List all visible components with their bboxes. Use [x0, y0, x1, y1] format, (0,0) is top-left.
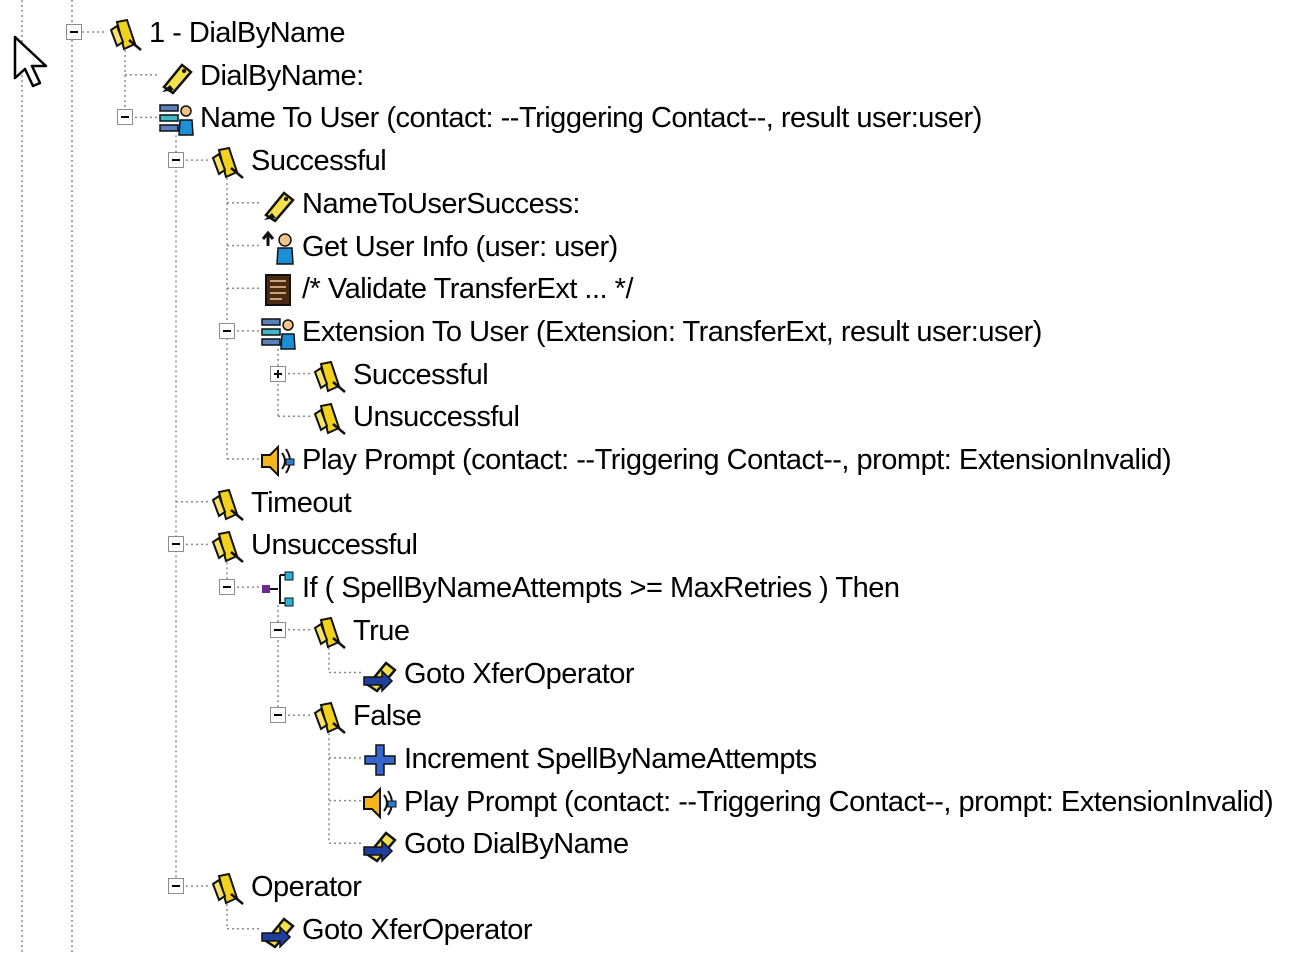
tree-node[interactable]: Successful — [0, 354, 1292, 396]
collapse-toggle-icon[interactable] — [168, 878, 184, 894]
tree-node-label: Goto XferOperator — [302, 913, 533, 946]
label-tag-icon — [264, 191, 295, 223]
step-label-icon — [211, 146, 244, 180]
tree-node[interactable]: Timeout — [0, 482, 1292, 524]
tree-node[interactable]: Increment SpellByNameAttempts — [0, 738, 1292, 780]
tree-node-label: Successful — [251, 145, 387, 178]
tree-node[interactable]: Goto XferOperator — [0, 653, 1292, 695]
speaker-icon — [261, 444, 295, 478]
tree-node-label: Operator — [251, 871, 362, 903]
mouse-pointer-icon — [13, 35, 48, 88]
tree-node[interactable]: Successful — [0, 140, 1292, 182]
expand-toggle-icon[interactable] — [270, 365, 286, 382]
tree-node-label: Extension To User (Extension: TransferEx… — [302, 315, 1042, 348]
user-lookup-icon — [159, 104, 194, 137]
tree-node[interactable]: True — [0, 610, 1292, 652]
tree-node-label: Name To User (contact: --Triggering Cont… — [200, 102, 982, 135]
tree-node[interactable]: Goto XferOperator — [0, 909, 1292, 951]
tree-node-label: Get User Info (user: user) — [302, 230, 618, 263]
tree-node[interactable]: Play Prompt (contact: --Triggering Conta… — [0, 781, 1292, 823]
tree-node[interactable]: DialByName: — [0, 55, 1292, 97]
tree-node[interactable]: Operator — [0, 866, 1292, 908]
tree-node-label: Timeout — [251, 486, 352, 519]
step-label-icon — [313, 616, 346, 649]
tree-node-label: False — [353, 700, 422, 733]
if-branch-icon — [262, 571, 294, 607]
tree-node-label: Play Prompt (contact: --Triggering Conta… — [302, 444, 1172, 476]
tree-node-label: NameToUserSuccess: — [302, 187, 580, 220]
step-label-icon — [211, 872, 244, 905]
step-label-icon — [211, 488, 244, 521]
tree-node[interactable]: Extension To User (Extension: TransferEx… — [0, 311, 1292, 353]
increment-icon — [364, 744, 396, 776]
goto-icon — [261, 916, 295, 949]
comment-document-icon — [265, 274, 291, 307]
step-label-icon — [211, 531, 244, 564]
tree-node-label: Unsuccessful — [251, 529, 418, 562]
user-lookup-icon — [261, 318, 296, 350]
tree-node[interactable]: Play Prompt (contact: --Triggering Conta… — [0, 439, 1292, 481]
step-label-icon — [313, 403, 346, 436]
step-label-icon — [109, 18, 142, 51]
script-tree-view[interactable]: 1 - DialByName DialByName: Name To User (c… — [0, 0, 1292, 954]
collapse-toggle-icon[interactable] — [270, 621, 286, 638]
tree-node-label: Goto XferOperator — [404, 657, 635, 690]
tree-node-label: Increment SpellByNameAttempts — [404, 742, 817, 775]
goto-icon — [363, 660, 397, 693]
tree-node[interactable]: 1 - DialByName — [0, 12, 1292, 54]
tree-node-label: If ( SpellByNameAttempts >= MaxRetries )… — [302, 572, 900, 605]
tree-node-label: 1 - DialByName — [149, 17, 346, 49]
user-info-icon — [261, 230, 294, 265]
tree-node[interactable]: Name To User (contact: --Triggering Cont… — [0, 97, 1292, 139]
tree-node[interactable]: Goto DialByName — [0, 823, 1292, 865]
step-label-icon — [313, 702, 346, 735]
tree-node[interactable]: NameToUserSuccess: — [0, 183, 1292, 225]
collapse-toggle-icon[interactable] — [219, 579, 235, 596]
tree-node-label: DialByName: — [200, 59, 364, 92]
collapse-toggle-icon[interactable] — [117, 109, 133, 126]
tree-node[interactable]: /* Validate TransferExt ... */ — [0, 268, 1292, 310]
tree-node-label: Successful — [353, 358, 489, 391]
label-tag-icon — [162, 62, 193, 95]
tree-node[interactable]: If ( SpellByNameAttempts >= MaxRetries )… — [0, 567, 1292, 609]
tree-node-label: Play Prompt (contact: --Triggering Conta… — [404, 785, 1274, 818]
collapse-toggle-icon[interactable] — [219, 322, 235, 339]
tree-node[interactable]: Get User Info (user: user) — [0, 226, 1292, 268]
collapse-toggle-icon[interactable] — [66, 24, 82, 40]
tree-node[interactable]: Unsuccessful — [0, 524, 1292, 566]
collapse-toggle-icon[interactable] — [168, 536, 184, 553]
tree-node[interactable]: Unsuccessful — [0, 396, 1292, 438]
tree-node-label: Goto DialByName — [404, 828, 629, 861]
collapse-toggle-icon[interactable] — [168, 152, 184, 169]
tree-node-label: /* Validate TransferExt ... */ — [302, 273, 634, 306]
tree-node[interactable]: False — [0, 695, 1292, 737]
step-label-icon — [313, 360, 346, 393]
goto-icon — [363, 831, 397, 864]
speaker-icon — [363, 786, 397, 820]
tree-node-label: Unsuccessful — [353, 401, 520, 434]
tree-node-label: True — [353, 614, 410, 647]
collapse-toggle-icon[interactable] — [270, 707, 286, 724]
